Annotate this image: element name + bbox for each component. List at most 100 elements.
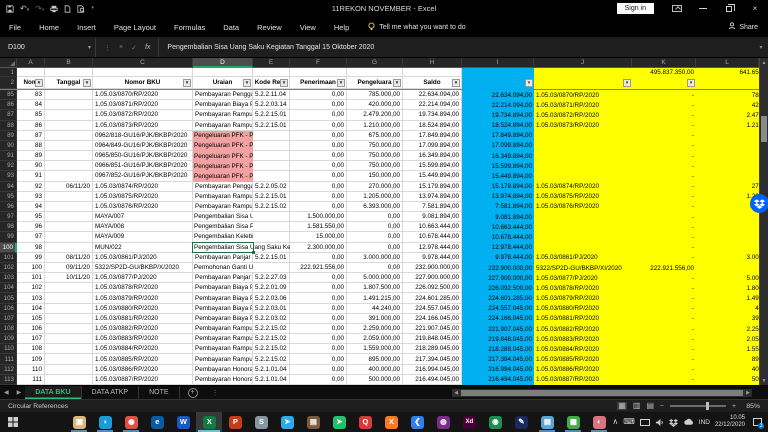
cell-A105[interactable]: 103	[17, 293, 45, 303]
page-break-view-icon[interactable]: ▤	[646, 402, 654, 410]
row-header-111[interactable]: 111	[0, 354, 17, 364]
close-button[interactable]: ×	[742, 0, 768, 17]
cell-C95[interactable]: 1.05.03/0875/RP/2020	[93, 192, 193, 202]
cell-A95[interactable]: 93	[17, 192, 45, 202]
cell-A97[interactable]: 95	[17, 212, 45, 222]
cell-E99[interactable]	[253, 232, 290, 242]
cell-C107[interactable]: 1.05.03/0881/RP/2020	[93, 314, 193, 324]
row-header-109[interactable]: 109	[0, 334, 17, 344]
row-header-102[interactable]: 102	[0, 263, 17, 273]
cell-C113[interactable]: 1.05.03/0887/RP/2020	[93, 375, 193, 385]
cell-G111[interactable]: 895.000,00	[347, 354, 403, 364]
cell-C111[interactable]: 1.05.03/0885/RP/2020	[93, 354, 193, 364]
share-button[interactable]: Share	[728, 22, 758, 32]
cell-G101[interactable]: 3.000.000,00	[347, 253, 403, 263]
zoom-out-icon[interactable]: −	[660, 403, 664, 410]
cell-H85[interactable]: 22.634.094,00	[403, 90, 462, 100]
cell-A100[interactable]: 98	[17, 243, 45, 253]
cell-F103[interactable]: 0,00	[290, 273, 347, 283]
cell-E113[interactable]: 5.2.1.01.04	[253, 375, 290, 385]
cell-L93[interactable]	[696, 171, 759, 181]
column-header-C[interactable]: C	[93, 58, 193, 68]
column-filter-header-I[interactable]: ▾	[462, 77, 534, 89]
ribbon-tab-formulas[interactable]: Formulas	[165, 19, 214, 36]
cell-r1[interactable]	[193, 68, 253, 77]
taskbar-app-reader-app[interactable]: ▤	[300, 412, 326, 432]
cell-H96[interactable]: 7.581.894,00	[403, 202, 462, 212]
insert-function-icon[interactable]: fx	[145, 44, 150, 51]
taskbar-app-word[interactable]: W	[170, 412, 196, 432]
cell-C104[interactable]: 1.05.03/0878/RP/2020	[93, 283, 193, 293]
cell-G88[interactable]: 1.210.000,00	[347, 121, 403, 131]
cell-G110[interactable]: 1.559.000,00	[347, 344, 403, 354]
cell-K104[interactable]: -	[632, 283, 696, 293]
cell-A107[interactable]: 105	[17, 314, 45, 324]
cell-J110[interactable]: 1.05.03/0884/RP/2020	[534, 344, 632, 354]
cell-D103[interactable]: Pembayaran Panjar U	[193, 273, 253, 283]
scroll-down-icon[interactable]: ▼	[760, 376, 768, 385]
cell-K86[interactable]: -	[632, 100, 696, 110]
cell-B95[interactable]	[45, 192, 93, 202]
cell-K106[interactable]: -	[632, 304, 696, 314]
cell-D90[interactable]: Pengeluaran PFK - PPh Ps. 21	[193, 141, 253, 151]
language-indicator[interactable]: IND	[699, 419, 710, 426]
cell-I110[interactable]: 218.289.045,00	[462, 344, 534, 354]
cell-I106[interactable]: 224.557.045,00	[462, 304, 534, 314]
cell-D91[interactable]: Pengeluaran PFK - PPh Ps. 21	[193, 151, 253, 161]
cell-K87[interactable]: -	[632, 110, 696, 120]
cell-D87[interactable]: Pembayaran Rampun	[193, 110, 253, 120]
zoom-level[interactable]: 85%	[742, 403, 760, 410]
expand-formula-bar-icon[interactable]: ▾	[754, 38, 768, 57]
row-header-98[interactable]: 98	[0, 222, 17, 232]
action-center-button[interactable]: 3	[750, 412, 764, 432]
column-header-B[interactable]: B	[45, 58, 93, 68]
cell-J1[interactable]	[534, 68, 632, 77]
cell-F108[interactable]: 0,00	[290, 324, 347, 334]
filter-dropdown-icon[interactable]: ▾	[687, 79, 695, 87]
cell-D92[interactable]: Pengeluaran PFK - PPh Ps. 21	[193, 161, 253, 171]
cell-J113[interactable]: 1.05.03/0887/RP/2020	[534, 375, 632, 385]
enter-check-icon[interactable]: ✓	[131, 44, 137, 52]
cell-G92[interactable]: 750.000,00	[347, 161, 403, 171]
cell-D89[interactable]: Pengeluaran PFK - PPh Ps. 21	[193, 131, 253, 141]
column-header-E[interactable]: E	[253, 58, 290, 68]
onedrive-cloud-icon[interactable]	[683, 418, 694, 426]
cell-r1[interactable]	[347, 68, 403, 77]
cell-A106[interactable]: 104	[17, 304, 45, 314]
cell-C86[interactable]: 1.05.03/0871/RP/2020	[93, 100, 193, 110]
cell-C85[interactable]: 1.05.03/0870/RP/2020	[93, 90, 193, 100]
cell-C106[interactable]: 1.05.03/0880/RP/2020	[93, 304, 193, 314]
formula-input[interactable]: Pengembalian Sisa Uang Saku Kegiatan Tan…	[159, 38, 754, 57]
column-filter-header-uraian[interactable]: Uraian▾	[193, 77, 253, 89]
cell-B98[interactable]	[45, 222, 93, 232]
cell-H110[interactable]: 218.289.045,00	[403, 344, 462, 354]
cell-E93[interactable]	[253, 171, 290, 181]
column-header-F[interactable]: F	[290, 58, 347, 68]
filter-dropdown-icon[interactable]: ▾	[623, 79, 631, 87]
cell-I97[interactable]: 9.081.894,00	[462, 212, 534, 222]
tab-split-handle[interactable]: ⋮	[212, 389, 219, 397]
cell-J87[interactable]: 1.05.03/0872/RP/2020	[534, 110, 632, 120]
cell-H93[interactable]: 15.449.894,00	[403, 171, 462, 181]
row-header-100[interactable]: 100	[0, 243, 17, 253]
filter-dropdown-icon[interactable]: ▾	[525, 79, 533, 87]
cell-I107[interactable]: 224.166.045,00	[462, 314, 534, 324]
cell-I94[interactable]: 15.179.894,00	[462, 182, 534, 192]
row-header-93[interactable]: 93	[0, 171, 17, 181]
redo-icon[interactable]: ↷▾	[35, 5, 44, 13]
cell-J111[interactable]: 1.05.03/0885/RP/2020	[534, 354, 632, 364]
cell-E92[interactable]	[253, 161, 290, 171]
cell-K109[interactable]: -	[632, 334, 696, 344]
cell-K98[interactable]: -	[632, 222, 696, 232]
minimize-button[interactable]	[690, 0, 716, 17]
tell-me-box[interactable]: Tell me what you want to do	[368, 22, 465, 33]
cell-J91[interactable]	[534, 151, 632, 161]
zoom-in-icon[interactable]: +	[732, 403, 736, 410]
cell-E86[interactable]: 5.2.2.03.14	[253, 100, 290, 110]
cell-E105[interactable]: 5.2.2.03.06	[253, 293, 290, 303]
cell-K93[interactable]: -	[632, 171, 696, 181]
cell-B85[interactable]	[45, 90, 93, 100]
cell-A87[interactable]: 85	[17, 110, 45, 120]
filter-dropdown-icon[interactable]: ▾	[280, 79, 288, 87]
filter-dropdown-icon[interactable]: ▾	[83, 79, 91, 87]
